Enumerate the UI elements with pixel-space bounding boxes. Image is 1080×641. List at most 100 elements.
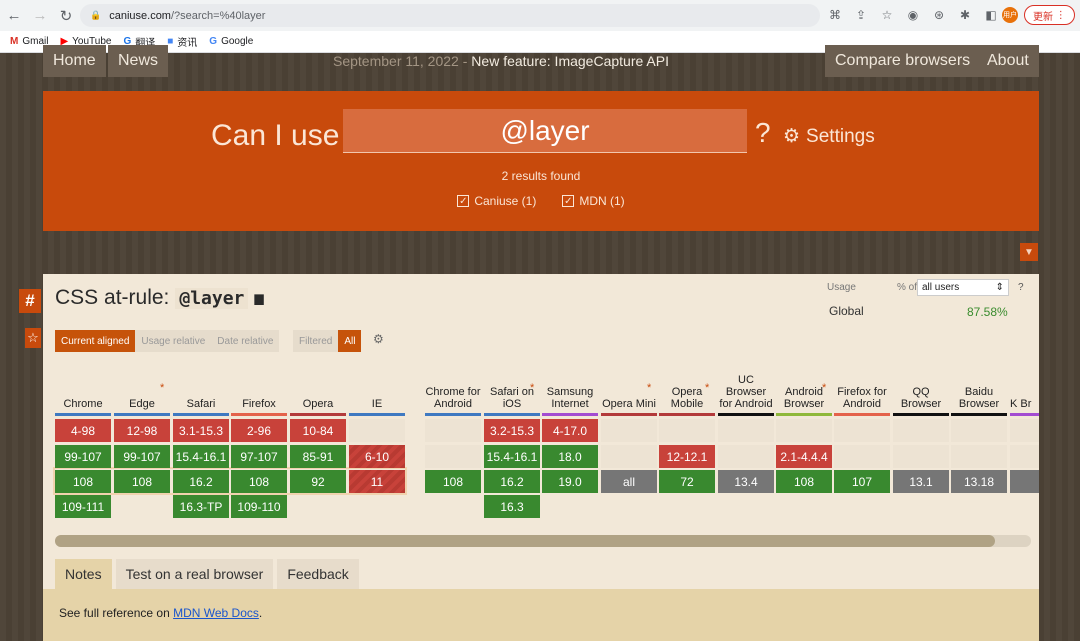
support-cell[interactable]: 12-98 [114,419,170,442]
bookmark-label: 资讯 [177,38,198,49]
support-cell[interactable]: 18.0 [542,445,598,468]
browser-header-k-br: K Br [1010,398,1032,410]
table-scrollbar[interactable] [55,535,1031,547]
browser-color-bar [114,413,170,416]
filter-funnel-icon[interactable]: ▼ [1020,243,1038,261]
settings-button[interactable]: ⚙ Settings [783,125,875,148]
note-asterisk[interactable]: * [705,382,709,394]
browser-header-ie: IE [371,398,383,410]
support-cell[interactable]: 12-12.1 [659,445,715,468]
forward-icon[interactable]: → [28,4,52,28]
nav-compare-browsers[interactable]: Compare browsers [825,45,981,77]
browser-color-bar [951,413,1007,416]
puzzle-icon[interactable]: ✱ [956,5,974,25]
browser-header-uc-browser-for-android: UC Browser for Android [719,374,773,410]
browser-header-firefox-for-android: Firefox for Android [837,386,887,410]
scrollbar-thumb[interactable] [55,535,995,547]
bookmark-google[interactable]: G Google [209,36,253,47]
address-bar[interactable]: 🔒 caniuse.com/?search=%40layer [80,4,820,27]
support-cell[interactable]: 97-107 [231,445,287,468]
support-cell[interactable]: 108 [55,470,111,493]
tab-test-real-browser[interactable]: Test on a real browser [115,559,274,589]
support-cell [425,419,481,442]
support-cell[interactable]: 16.2 [484,470,540,493]
browser-toolbar: ← → ↻ 🔒 caniuse.com/?search=%40layer ⌘ ⇪… [0,0,1080,31]
extension-translate-icon[interactable]: ◉ [904,5,922,25]
support-cell[interactable]: 99-107 [114,445,170,468]
note-asterisk[interactable]: * [160,382,164,394]
support-cell[interactable]: 3.1-15.3 [173,419,229,442]
browser-color-bar [601,413,657,416]
help-question[interactable]: ? [755,117,771,149]
support-cell[interactable]: 2.1-4.4.4 [776,445,832,468]
back-icon[interactable]: ← [2,4,26,28]
news-ticker[interactable]: September 11, 2022 - New feature: ImageC… [333,53,669,69]
support-cell[interactable]: 4-17.0 [542,419,598,442]
nav-news[interactable]: News [108,45,169,77]
checkbox-checked-icon[interactable]: ✓ [457,195,470,207]
support-cell[interactable]: 72 [659,470,715,493]
support-cell[interactable]: 11 [349,470,405,493]
browser-color-bar [718,413,774,416]
support-cell[interactable]: 15.4-16.1 [484,445,540,468]
checkbox-checked-icon[interactable]: ✓ [562,195,575,207]
search-hero: Can I use @layer ? ⚙ Settings 2 results f… [43,91,1039,231]
support-cell[interactable]: 4-98 [55,419,111,442]
support-cell[interactable]: 108 [231,470,287,493]
filter-mdn[interactable]: ✓ MDN (1) [562,194,625,208]
note-asterisk[interactable]: * [822,382,826,394]
share-icon[interactable]: ⇪ [852,5,870,25]
translate-page-icon[interactable]: ⌘ [826,5,844,25]
update-button[interactable]: 更新 ⋮ [1024,5,1075,25]
support-cell[interactable]: 16.3 [484,495,540,518]
support-cell[interactable]: 2-96 [231,419,287,442]
support-cell[interactable]: 85-91 [290,445,346,468]
support-cell [659,419,715,442]
note-asterisk[interactable]: * [647,382,651,394]
reload-icon[interactable]: ↻ [54,4,78,28]
support-cell[interactable]: 109-111 [55,495,111,518]
profile-avatar[interactable]: 用户 [1002,7,1018,23]
nav-about[interactable]: About [977,45,1039,77]
bookmark-star-icon[interactable]: ☆ [878,5,896,25]
support-cell[interactable]: 92 [290,470,346,493]
support-cell[interactable]: 108 [776,470,832,493]
support-cell[interactable]: 107 [834,470,890,493]
support-cell[interactable]: 3.2-15.3 [484,419,540,442]
browser-color-bar [231,413,287,416]
support-cell[interactable]: 6-10 [349,445,405,468]
browser-header-qq-browser: QQ Browser [900,386,942,410]
support-cell[interactable]: 13.1 [893,470,949,493]
extension-icon[interactable]: ⊛ [930,5,948,25]
support-cell[interactable]: 10-84 [290,419,346,442]
support-cell[interactable]: 108 [425,470,481,493]
support-cell[interactable]: all [601,470,657,493]
support-cell [893,445,949,468]
support-cell[interactable]: 108 [114,470,170,493]
filter-caniuse[interactable]: ✓ Caniuse (1) [457,194,536,208]
browser-color-bar [659,413,715,416]
support-cell[interactable]: 13.18 [951,470,1007,493]
mdn-link[interactable]: MDN Web Docs [173,606,259,620]
tab-notes[interactable]: Notes [55,559,112,589]
tab-feedback[interactable]: Feedback [277,559,359,589]
google-icon: G [209,36,218,47]
support-cell[interactable]: 109-110 [231,495,287,518]
browser-header-safari: Safari [186,398,216,410]
bookmark-news[interactable]: ■ 资讯 [167,34,197,49]
support-cell[interactable]: 15.4-16.1 [173,445,229,468]
support-cell[interactable]: 16.3-TP [173,495,229,518]
support-cell[interactable]: 99-107 [55,445,111,468]
hash-anchor-icon[interactable]: # [19,289,41,313]
support-cell[interactable]: 13.4 [718,470,774,493]
note-asterisk[interactable]: * [530,382,534,394]
browser-color-bar [542,413,598,416]
support-cell[interactable] [1010,470,1039,493]
star-icon[interactable]: ☆ [25,328,41,348]
browser-color-bar [349,413,405,416]
search-input[interactable]: @layer [343,109,747,153]
side-panel-icon[interactable]: ◧ [982,5,1000,25]
nav-home[interactable]: Home [43,45,106,77]
support-cell[interactable]: 16.2 [173,470,229,493]
support-cell[interactable]: 19.0 [542,470,598,493]
